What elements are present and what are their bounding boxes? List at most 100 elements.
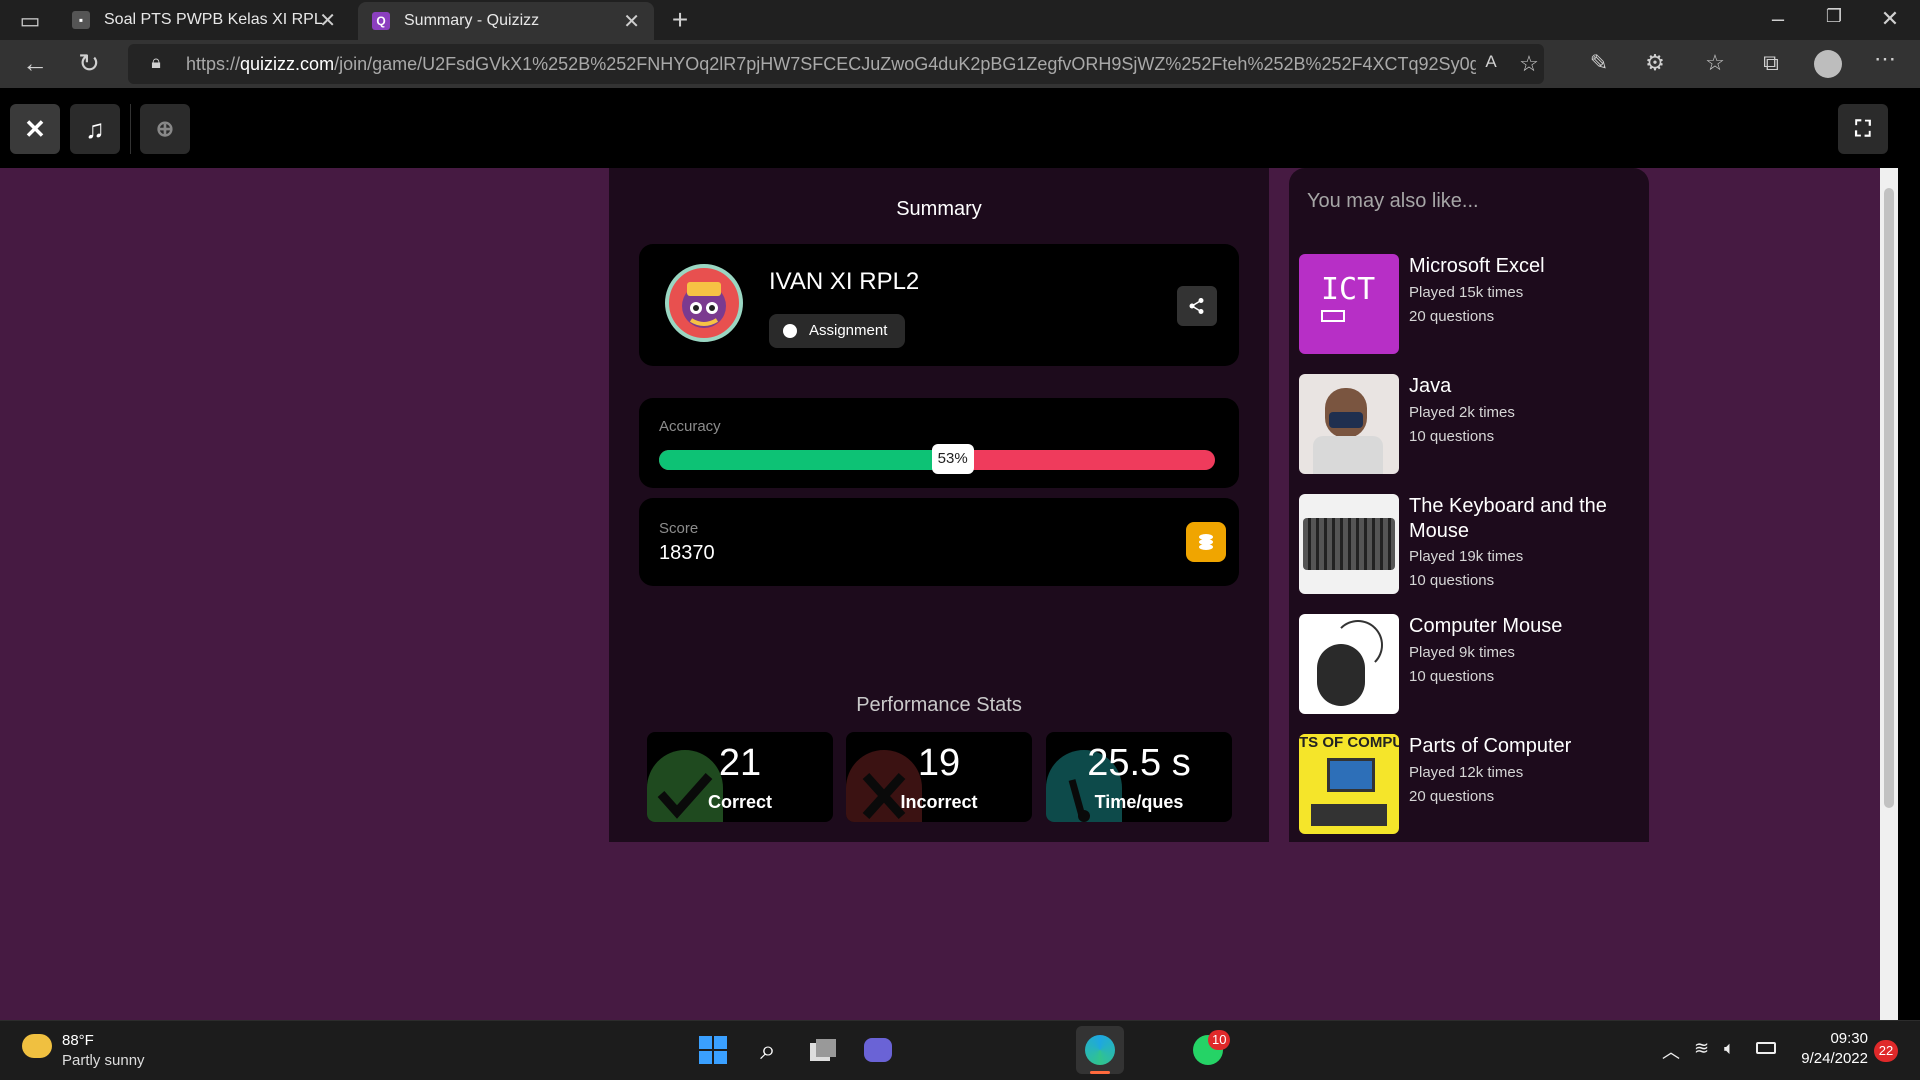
edge-icon[interactable] (1076, 1026, 1124, 1074)
keyboard-thumbnail (1299, 494, 1399, 594)
quiz-card-parts-of-computer[interactable]: TS OF COMPU Parts of Computer Played 12k… (1299, 734, 1639, 842)
zoom-in-icon: ⊕ (155, 116, 175, 141)
collections-icon[interactable]: ⧉ (1756, 50, 1786, 76)
mouse-thumbnail (1299, 614, 1399, 714)
accuracy-label: Accuracy (659, 418, 721, 435)
coins-icon (1186, 522, 1226, 562)
correct-count: 21 (718, 742, 762, 784)
quiz-plays: Played 9k times (1409, 644, 1515, 661)
close-icon: ✕ (24, 113, 46, 144)
start-icon[interactable] (693, 1030, 733, 1070)
tray-chevron-icon[interactable]: ︿ (1662, 1038, 1680, 1064)
favorites-icon[interactable]: ☆ (1700, 50, 1730, 76)
music-note-icon: ♫ (85, 113, 105, 144)
stat-time: 25.5 s Time/ques (1046, 732, 1232, 822)
accuracy-percent: 53% (931, 444, 974, 474)
restore-icon[interactable]: ❐ (1820, 6, 1848, 27)
quiz-card-computer-mouse[interactable]: Computer Mouse Played 9k times 10 questi… (1299, 614, 1639, 722)
task-view-icon[interactable] (803, 1030, 843, 1070)
summary-panel: Summary IVAN XI RPL2 Assignment Accuracy (609, 168, 1269, 842)
clock-date[interactable]: 9/24/2022 (1780, 1050, 1868, 1067)
weather-condition[interactable]: Partly sunny (62, 1052, 145, 1069)
scrollbar-thumb[interactable] (1884, 188, 1894, 808)
quiz-card-java[interactable]: Java Played 2k times 10 questions (1299, 374, 1639, 482)
new-tab-icon[interactable]: + (666, 4, 694, 36)
quiz-name: Java (1409, 375, 1452, 397)
player-card: IVAN XI RPL2 Assignment (639, 244, 1239, 366)
close-tab-icon[interactable]: ✕ (623, 9, 640, 34)
zoom-button[interactable]: ⊕ (140, 104, 190, 154)
page-scrollbar[interactable] (1880, 168, 1898, 1020)
quiz-card-microsoft-excel[interactable]: ICT Microsoft Excel Played 15k times 20 … (1299, 254, 1639, 362)
more-menu-icon[interactable]: ⋯ (1870, 46, 1900, 72)
quizizz-favicon-icon: Q (372, 12, 390, 30)
shirt-shape (1313, 436, 1383, 474)
volume-icon[interactable]: 🔈︎ (1724, 1038, 1735, 1059)
url-text[interactable]: https://quizizz.com/join/game/U2FsdGVkX1… (186, 44, 1476, 84)
parts-thumbnail: TS OF COMPU (1299, 734, 1399, 834)
close-tab-icon[interactable]: ✕ (319, 8, 336, 33)
pen-icon[interactable]: ✎ (1584, 50, 1614, 76)
extensions-icon[interactable]: ⚙ (1640, 50, 1670, 76)
back-icon[interactable]: ← (20, 48, 50, 79)
share-button[interactable] (1177, 286, 1217, 326)
exit-button[interactable]: ✕ (10, 104, 60, 154)
battery-icon[interactable] (1756, 1042, 1776, 1054)
minimize-icon[interactable]: – (1764, 6, 1792, 32)
monitor-icon (1327, 758, 1375, 792)
add-favorite-icon[interactable]: ☆ (1516, 51, 1542, 77)
recommendations-title: You may also like... (1307, 190, 1479, 212)
profile-avatar-icon[interactable] (1814, 50, 1842, 78)
quiz-questions: 20 questions (1409, 308, 1495, 325)
tab-soal-pts[interactable]: ▪ Soal PTS PWPB Kelas XI RPL ✕ (60, 0, 350, 40)
time-label: Time/ques (1094, 792, 1184, 812)
address-bar-row: ← ↻ 🔒︎ https://quizizz.com/join/game/U2F… (0, 40, 1920, 88)
address-field[interactable]: 🔒︎ https://quizizz.com/join/game/U2FsdGV… (128, 44, 1544, 84)
time-per-question: 25.5 s (1087, 742, 1191, 784)
weather-icon[interactable] (22, 1034, 52, 1058)
clock-time[interactable]: 09:30 (1780, 1030, 1868, 1047)
share-icon (1189, 298, 1204, 314)
active-app-indicator (1090, 1071, 1110, 1074)
lock-icon[interactable]: 🔒︎ (146, 52, 166, 73)
weather-temperature[interactable]: 88°F (62, 1032, 94, 1049)
stat-incorrect: 19 Incorrect (846, 732, 1032, 822)
windows-taskbar (0, 1020, 1920, 1080)
tab-actions-icon[interactable]: ▭ (18, 8, 42, 34)
java-thumbnail (1299, 374, 1399, 474)
refresh-icon[interactable]: ↻ (74, 48, 104, 79)
quiz-plays: Played 15k times (1409, 284, 1524, 301)
accuracy-bar-fill (659, 450, 954, 470)
quiz-questions: 10 questions (1409, 668, 1495, 685)
quiz-questions: 10 questions (1409, 428, 1495, 445)
tab-summary-quizizz[interactable]: Q Summary - Quizizz ✕ (358, 2, 654, 40)
teams-chat-icon[interactable] (858, 1030, 898, 1070)
performance-stats-title: Performance Stats (856, 694, 1022, 716)
keyboard-icon (1321, 310, 1345, 322)
quiz-plays: Played 19k times (1409, 548, 1524, 565)
avatar-mascot-icon (682, 282, 726, 328)
close-window-icon[interactable]: ✕ (1876, 6, 1904, 32)
page-title: Summary (896, 198, 982, 220)
read-aloud-icon[interactable]: A (1478, 52, 1504, 72)
clock-icon (783, 324, 797, 338)
score-value: 18370 (659, 542, 715, 564)
quiz-name: Computer Mouse (1409, 615, 1563, 637)
quiz-name: The Keyboard and the Mouse (1409, 495, 1607, 542)
notification-badge[interactable]: 22 (1874, 1040, 1898, 1062)
quiz-card-keyboard-mouse[interactable]: The Keyboard and the Mouse Played 19k ti… (1299, 494, 1639, 602)
tab-strip: ▭ ▪ Soal PTS PWPB Kelas XI RPL ✕ Q Summa… (0, 0, 1920, 40)
avatar (665, 264, 743, 342)
score-card: Score 18370 (639, 498, 1239, 586)
search-icon[interactable]: ⌕ (748, 1030, 788, 1070)
fullscreen-button[interactable]: ⛶ (1838, 104, 1888, 154)
music-button[interactable]: ♫ (70, 104, 120, 154)
accuracy-card: Accuracy 53% (639, 398, 1239, 488)
toolbar-divider (130, 104, 131, 154)
player-name: IVAN XI RPL2 (769, 268, 920, 295)
excel-thumbnail: ICT (1299, 254, 1399, 354)
fullscreen-icon: ⛶ (1855, 116, 1871, 141)
whatsapp-badge: 10 (1208, 1030, 1231, 1050)
wifi-icon[interactable]: ≋ (1694, 1038, 1709, 1059)
quiz-questions: 10 questions (1409, 572, 1495, 589)
